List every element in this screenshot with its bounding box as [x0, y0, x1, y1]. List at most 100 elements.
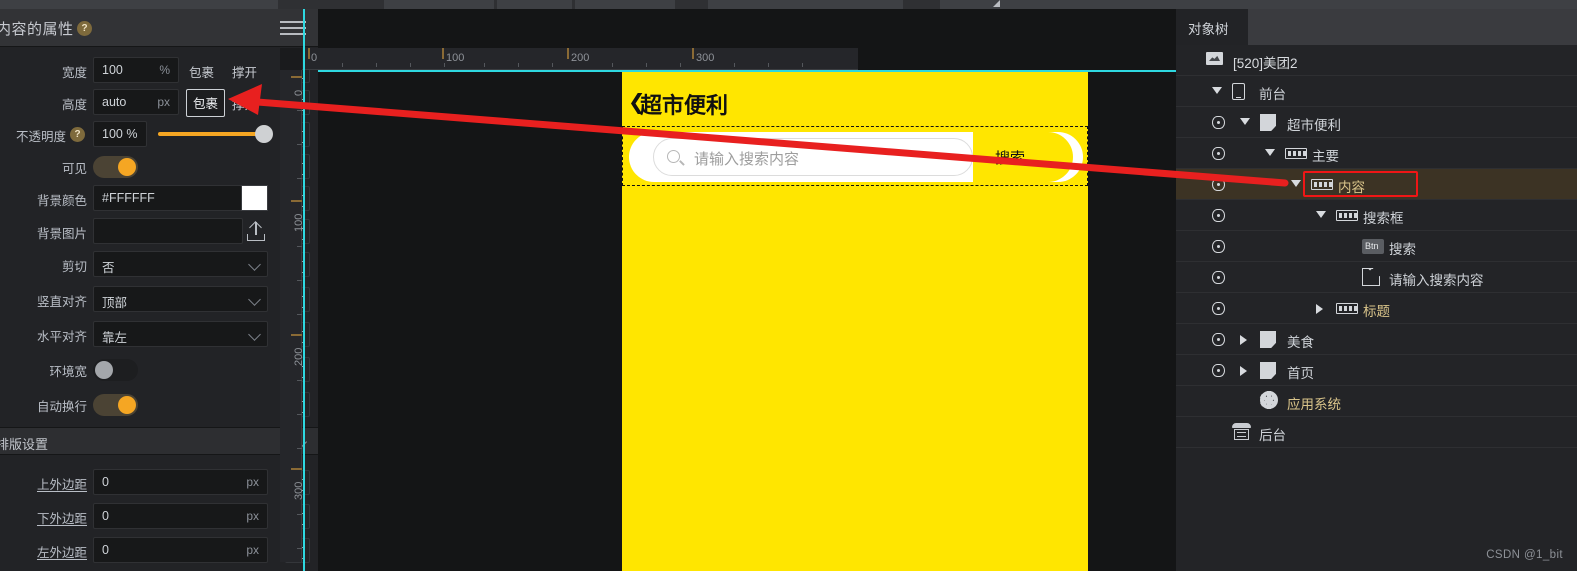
layout-icon: [1285, 148, 1307, 159]
margin-left-input[interactable]: 0 px: [93, 537, 268, 563]
chevron-down-icon[interactable]: [1316, 211, 1326, 218]
chevron-down-icon: [248, 328, 261, 341]
property-row-bgcolor: 背景颜色 #FFFFFF: [0, 183, 318, 214]
tree-row[interactable]: [520]美团2: [1176, 45, 1577, 76]
property-label: 背景颜色: [36, 194, 87, 208]
chevron-right-icon[interactable]: [1240, 335, 1247, 345]
property-label: 背景图片: [36, 227, 87, 241]
chevron-right-icon[interactable]: [1240, 366, 1247, 376]
input-icon: [1362, 268, 1380, 286]
property-row-width: 宽度 100 % 包裹 撑开: [0, 55, 318, 86]
page-icon: [1260, 362, 1276, 379]
property-row-clip: 剪切 否: [0, 249, 318, 280]
button-icon: Btn: [1362, 239, 1384, 254]
tree-row-label: 超市便利: [1287, 118, 1341, 133]
tree-row[interactable]: 主要: [1176, 138, 1577, 169]
tree-row[interactable]: 超市便利: [1176, 107, 1577, 138]
tree-row-label: 主要: [1312, 149, 1339, 164]
tree-row[interactable]: 请输入搜索内容: [1176, 262, 1577, 293]
horizontal-ruler[interactable]: 0 100 200 300: [302, 48, 858, 70]
margin-top-input[interactable]: 0 px: [93, 469, 268, 495]
property-label: 左外边距: [36, 546, 87, 560]
vertical-ruler[interactable]: 0 100 200 300: [280, 70, 305, 562]
search-button[interactable]: 搜索: [973, 132, 1073, 182]
margin-bottom-input[interactable]: 0 px: [93, 503, 268, 529]
clip-value: 否: [102, 261, 115, 275]
tree-row[interactable]: 标题: [1176, 293, 1577, 324]
wrap-toggle[interactable]: [93, 394, 138, 416]
eye-icon[interactable]: [1212, 178, 1225, 191]
tree-row[interactable]: 美食: [1176, 324, 1577, 355]
phone-preview[interactable]: ❮ 超市便利 请输入搜索内容 搜索: [622, 72, 1088, 571]
property-row-margin-top: 上外边距 0 px: [0, 467, 318, 498]
eye-icon[interactable]: [1212, 116, 1225, 129]
property-row-bgimage: 背景图片: [0, 216, 318, 247]
upload-icon[interactable]: [247, 221, 265, 241]
opacity-slider-track[interactable]: [158, 132, 266, 136]
bgimage-input[interactable]: [93, 218, 243, 244]
chevron-down-icon[interactable]: [1240, 118, 1250, 125]
margin-left-unit: px: [246, 543, 259, 557]
visible-toggle[interactable]: [93, 156, 138, 178]
property-label: 宽度: [61, 66, 87, 80]
eye-icon[interactable]: [1212, 147, 1225, 160]
tree-row[interactable]: 应用系统: [1176, 386, 1577, 417]
property-label: 下外边距: [36, 512, 87, 526]
eye-icon[interactable]: [1212, 302, 1225, 315]
margin-left-value: 0: [102, 543, 109, 557]
watermark: CSDN @1_bit: [1486, 549, 1563, 561]
search-placeholder: 请输入搜索内容: [694, 151, 800, 168]
tree-row[interactable]: 首页: [1176, 355, 1577, 386]
phone-icon: [1232, 83, 1245, 100]
ruler-label-h-300: 300: [696, 52, 715, 64]
eye-icon[interactable]: [1212, 271, 1225, 284]
toolbar-segment: [497, 0, 572, 9]
width-value: 100: [102, 63, 123, 77]
page-icon: [1260, 331, 1276, 348]
valign-select[interactable]: 顶部: [93, 286, 268, 312]
tab-object-tree[interactable]: 对象树: [1176, 9, 1248, 45]
tree-row[interactable]: 搜索框: [1176, 200, 1577, 231]
property-row-visible: 可见: [0, 151, 318, 182]
question-icon[interactable]: ?: [70, 127, 85, 142]
tree-row-label: 标题: [1363, 304, 1390, 319]
clip-select[interactable]: 否: [93, 251, 268, 277]
height-value: auto: [102, 95, 127, 109]
eye-icon[interactable]: [1212, 364, 1225, 377]
opacity-input[interactable]: 100 %: [93, 121, 147, 147]
property-label: 剪切: [61, 260, 87, 274]
eye-icon[interactable]: [1212, 240, 1225, 253]
object-tree[interactable]: [520]美团2 前台 超市便利 主要 内容 搜索框 Btn 搜索 请输入搜索内容 标题 美食 首页应…: [1176, 45, 1577, 571]
tree-row[interactable]: Btn 搜索: [1176, 231, 1577, 262]
tree-row[interactable]: 前台: [1176, 76, 1577, 107]
width-stretch-button[interactable]: 撑开: [232, 62, 257, 81]
eye-icon[interactable]: [1212, 333, 1225, 346]
width-input[interactable]: 100 %: [93, 57, 179, 83]
height-input[interactable]: auto px: [93, 89, 179, 115]
toolbar-segment: [384, 0, 494, 9]
chevron-down-icon[interactable]: [1265, 149, 1275, 156]
search-input[interactable]: 请输入搜索内容: [653, 138, 973, 176]
tree-row[interactable]: 后台: [1176, 417, 1577, 448]
eye-icon[interactable]: [1212, 209, 1225, 222]
section-header-layout[interactable]: 排版设置: [0, 427, 318, 455]
layout-icon: [1336, 210, 1358, 221]
question-icon[interactable]: ?: [77, 21, 92, 36]
search-button-label: 搜索: [995, 150, 1026, 167]
envwidth-toggle[interactable]: [93, 359, 138, 381]
tree-row-label: 请输入搜索内容: [1389, 273, 1484, 288]
height-wrap-button[interactable]: 包裹: [186, 89, 226, 117]
chevron-right-icon[interactable]: [1316, 304, 1323, 314]
width-wrap-button[interactable]: 包裹: [189, 62, 214, 81]
halign-select[interactable]: 靠左: [93, 321, 268, 347]
margin-top-unit: px: [246, 475, 259, 489]
selected-element-outline[interactable]: 请输入搜索内容 搜索: [622, 126, 1088, 186]
bgcolor-swatch[interactable]: [241, 185, 268, 211]
chevron-down-icon[interactable]: [1212, 87, 1222, 94]
opacity-slider-knob[interactable]: [255, 125, 273, 143]
height-stretch-button[interactable]: 撑开: [232, 94, 257, 113]
property-row-halign: 水平对齐 靠左: [0, 319, 318, 350]
property-label: 不透明度: [15, 130, 66, 144]
chevron-left-icon[interactable]: ❮: [628, 90, 646, 115]
chevron-down-icon[interactable]: [1291, 180, 1301, 187]
